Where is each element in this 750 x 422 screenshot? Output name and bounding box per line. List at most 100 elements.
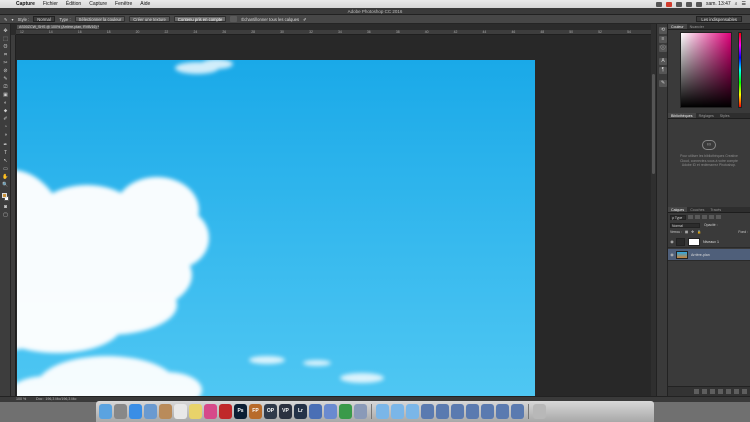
lock-position-icon[interactable]: ✥: [691, 230, 694, 234]
lasso-tool-icon[interactable]: ʘ: [2, 44, 9, 50]
color-picker-field[interactable]: [680, 32, 732, 108]
folder-icon[interactable]: [406, 404, 419, 419]
tab-swatches[interactable]: Nuancier: [687, 24, 707, 29]
wifi-icon[interactable]: [675, 1, 682, 7]
lock-pixels-icon[interactable]: ▦: [685, 230, 688, 234]
menubar-clock[interactable]: sam. 13:47: [706, 1, 731, 7]
create-texture-button[interactable]: Créer une texture: [129, 16, 170, 22]
menu-capture[interactable]: Capture: [85, 1, 111, 7]
eraser-tool-icon[interactable]: ⬥: [2, 108, 9, 114]
menu-edit[interactable]: Édition: [62, 1, 85, 7]
eyedropper-tool-icon[interactable]: ⊘: [2, 68, 9, 74]
preview-icon[interactable]: [354, 404, 367, 419]
history-panel-icon[interactable]: ⟲: [659, 27, 667, 34]
green-app-icon[interactable]: [339, 404, 352, 419]
layer-filter-select[interactable]: ρ Type: [670, 214, 686, 220]
info-panel-icon[interactable]: ⓘ: [659, 45, 667, 52]
filter-type-icon[interactable]: [702, 215, 707, 219]
character-panel-icon[interactable]: A: [659, 58, 667, 65]
blend-mode-select[interactable]: Normal: [670, 222, 700, 228]
healing-brush-tool-icon[interactable]: ✎: [2, 76, 9, 82]
gradient-tool-icon[interactable]: ✐: [2, 116, 9, 122]
history-brush-tool-icon[interactable]: ◐: [2, 100, 9, 106]
dxo-icon[interactable]: OP: [264, 404, 277, 419]
paragraph-panel-icon[interactable]: ¶: [659, 67, 667, 74]
new-group-icon[interactable]: [726, 389, 731, 394]
add-mask-icon[interactable]: [710, 389, 715, 394]
menu-help[interactable]: Aide: [136, 1, 154, 7]
calendar-icon[interactable]: [174, 404, 187, 419]
window-icon[interactable]: [436, 404, 449, 419]
scrollbar-thumb[interactable]: [652, 74, 655, 174]
search-icon[interactable]: ⌕: [735, 1, 738, 7]
folder-icon[interactable]: [376, 404, 389, 419]
stamp-tool-icon[interactable]: ▣: [2, 92, 9, 98]
filter-shape-icon[interactable]: [709, 215, 714, 219]
link-layers-icon[interactable]: [694, 389, 699, 394]
properties-panel-icon[interactable]: ≡: [659, 36, 667, 43]
select-color-button[interactable]: Sélectionner la couleur: [74, 16, 126, 22]
tab-layers[interactable]: Calques: [668, 207, 688, 212]
launchpad-icon[interactable]: [114, 404, 127, 419]
tab-styles[interactable]: Styles: [717, 113, 733, 118]
tab-channels[interactable]: Couches: [687, 207, 707, 212]
marquee-tool-icon[interactable]: ⬚: [2, 36, 9, 42]
tab-paths[interactable]: Tracés: [707, 207, 724, 212]
window-icon[interactable]: [421, 404, 434, 419]
content-aware-button[interactable]: Contenu pris en compte: [173, 16, 227, 22]
finder-icon[interactable]: [99, 404, 112, 419]
filter-pixel-icon[interactable]: [688, 215, 693, 219]
document-canvas[interactable]: [17, 60, 535, 396]
visibility-eye-icon[interactable]: ◉: [668, 239, 676, 244]
pen-tool-icon[interactable]: ✒: [2, 142, 9, 148]
path-select-tool-icon[interactable]: ↖: [2, 158, 9, 164]
zoom-tool-icon[interactable]: 🔍: [2, 182, 9, 188]
vp-icon[interactable]: VP: [279, 404, 292, 419]
notifications-icon[interactable]: ☰: [742, 1, 746, 7]
move-tool-icon[interactable]: ✥: [2, 28, 9, 34]
tab-color[interactable]: Couleur: [668, 24, 687, 29]
window-icon[interactable]: [511, 404, 524, 419]
lightroom-icon[interactable]: Lr: [294, 404, 307, 419]
tool-preset-icon[interactable]: ✎: [4, 17, 8, 22]
contacts-icon[interactable]: [159, 404, 172, 419]
layer-row[interactable]: ◉ Niveaux 1: [668, 236, 750, 248]
filter-smart-icon[interactable]: [716, 215, 721, 219]
menu-app-name[interactable]: Capture: [12, 1, 39, 7]
layer-name[interactable]: Niveaux 1: [703, 240, 719, 244]
safari-icon[interactable]: [129, 404, 142, 419]
delete-layer-icon[interactable]: [742, 389, 747, 394]
layer-style-icon[interactable]: [702, 389, 707, 394]
new-layer-icon[interactable]: [734, 389, 739, 394]
openoffice-icon[interactable]: [309, 404, 322, 419]
window-icon[interactable]: [481, 404, 494, 419]
filter-adjust-icon[interactable]: [695, 215, 700, 219]
screen-mode-icon[interactable]: ▢: [2, 212, 9, 218]
tab-adjustments[interactable]: Réglages: [696, 113, 717, 118]
battery-icon[interactable]: [695, 1, 702, 7]
folder-icon[interactable]: [391, 404, 404, 419]
volume-icon[interactable]: [685, 1, 692, 7]
style-select[interactable]: Normal: [33, 16, 56, 22]
pressure-icon[interactable]: ✐: [303, 17, 307, 22]
tray-alert-icon[interactable]: [665, 1, 672, 7]
adjustment-layer-icon[interactable]: [718, 389, 723, 394]
menu-window[interactable]: Fenêtre: [111, 1, 136, 7]
layer-mask-thumbnail[interactable]: [688, 237, 700, 246]
hand-tool-icon[interactable]: ✋: [2, 174, 9, 180]
layer-row-selected[interactable]: ◉ Arrière-plan: [668, 249, 750, 261]
brush-picker-icon[interactable]: ▾: [12, 17, 14, 22]
shape-tool-icon[interactable]: ▭: [2, 166, 9, 172]
window-icon[interactable]: [496, 404, 509, 419]
brush-tool-icon[interactable]: ⎚: [2, 84, 9, 90]
crop-tool-icon[interactable]: ✂: [2, 60, 9, 66]
workspace-select[interactable]: Les indispensables: [696, 16, 742, 22]
brush-panel-icon[interactable]: ✎: [659, 80, 667, 87]
app-icon[interactable]: [324, 404, 337, 419]
type-tool-icon[interactable]: T: [2, 150, 9, 156]
hue-slider[interactable]: [738, 32, 742, 108]
itunes-icon[interactable]: [204, 404, 217, 419]
menu-file[interactable]: Fichier: [39, 1, 62, 7]
window-icon[interactable]: [451, 404, 464, 419]
sample-all-checkbox[interactable]: [230, 16, 238, 22]
